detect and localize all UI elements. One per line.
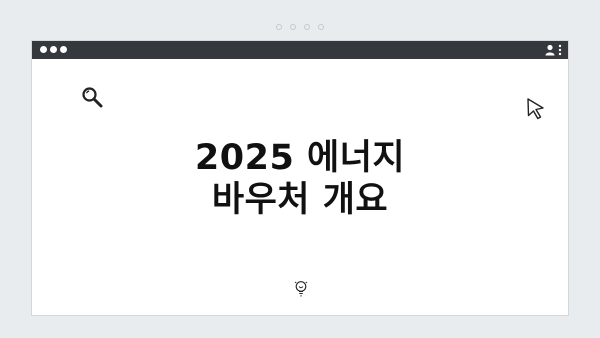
- pagination-dot[interactable]: [304, 24, 310, 30]
- lightbulb-icon: [294, 280, 308, 298]
- window-control-dot[interactable]: [50, 46, 57, 53]
- slide-title: 2025 에너지 바우처 개요: [32, 137, 568, 221]
- title-line-1: 2025 에너지: [194, 138, 406, 178]
- slide-frame: 2025 에너지 바우처 개요: [0, 0, 600, 338]
- kebab-menu-icon[interactable]: [558, 44, 562, 56]
- window-control-dot[interactable]: [60, 46, 67, 53]
- window-control-dot[interactable]: [40, 46, 47, 53]
- title-line-2: 바우처 개요: [211, 180, 389, 220]
- titlebar-actions: [545, 44, 562, 56]
- search-icon: [80, 85, 104, 109]
- pagination-dots: [0, 24, 600, 30]
- window-controls: [40, 46, 67, 53]
- window-titlebar: [32, 41, 568, 59]
- pagination-dot[interactable]: [276, 24, 282, 30]
- browser-window: 2025 에너지 바우처 개요: [31, 40, 569, 316]
- pagination-dot[interactable]: [290, 24, 296, 30]
- pagination-dot[interactable]: [318, 24, 324, 30]
- cursor-icon: [525, 97, 547, 121]
- slide-content: 2025 에너지 바우처 개요: [32, 59, 568, 317]
- user-icon[interactable]: [545, 44, 555, 56]
